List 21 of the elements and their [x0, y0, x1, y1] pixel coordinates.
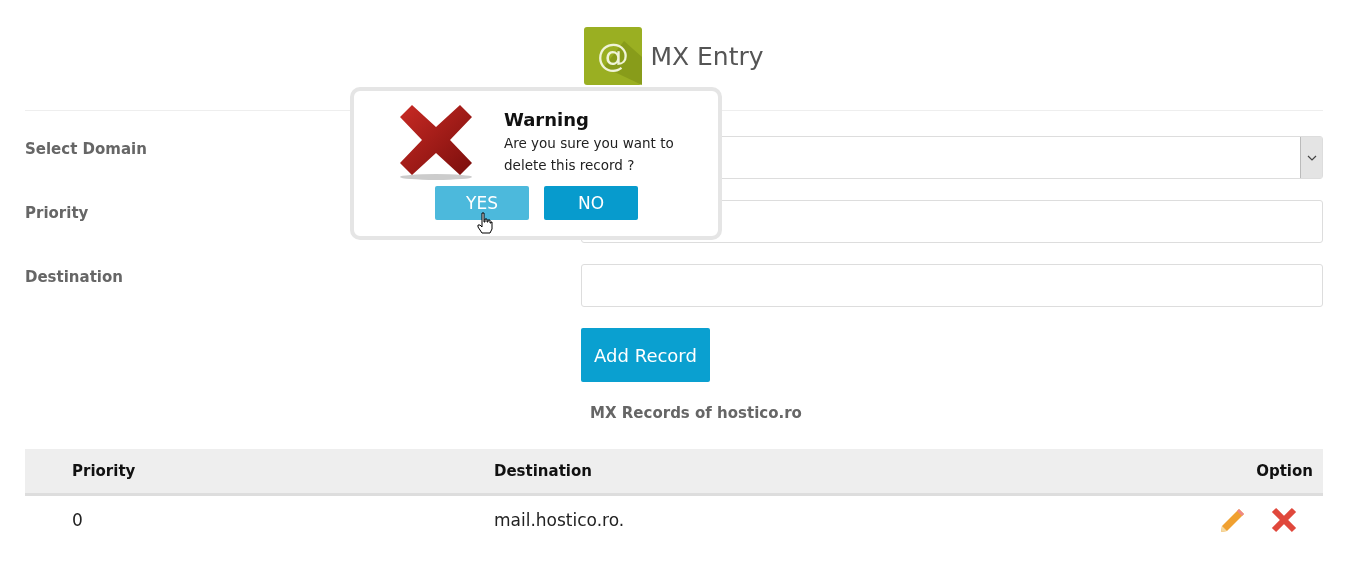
- page-title: MX Entry: [650, 41, 764, 71]
- column-header: Priority: [72, 462, 137, 480]
- close-icon: [398, 103, 474, 181]
- field-label: Select Domain: [25, 140, 147, 158]
- chevron-down-icon: [1306, 154, 1317, 161]
- field-label: Priority: [25, 204, 89, 222]
- dialog-button[interactable]: NO: [544, 186, 638, 220]
- column-header: Destination: [494, 462, 593, 480]
- pencil-icon[interactable]: [1219, 507, 1246, 533]
- input-field[interactable]: [581, 264, 1323, 307]
- delete-icon[interactable]: [1271, 507, 1297, 533]
- hand-cursor-icon: [477, 212, 493, 234]
- at-sign-icon: @: [584, 27, 643, 85]
- dialog-message: Are you sure you want to delete this record ?: [504, 134, 675, 175]
- add-record-button[interactable]: Add Record: [581, 328, 710, 382]
- column-header: Option: [1256, 462, 1313, 480]
- records-title: MX Records of hostico.ro: [589, 404, 803, 422]
- field-label: Destination: [25, 268, 123, 286]
- table-cell-text: 0: [72, 510, 84, 530]
- dialog-title: Warning: [504, 109, 590, 130]
- table-cell-text: mail.hostico.ro.: [494, 510, 626, 530]
